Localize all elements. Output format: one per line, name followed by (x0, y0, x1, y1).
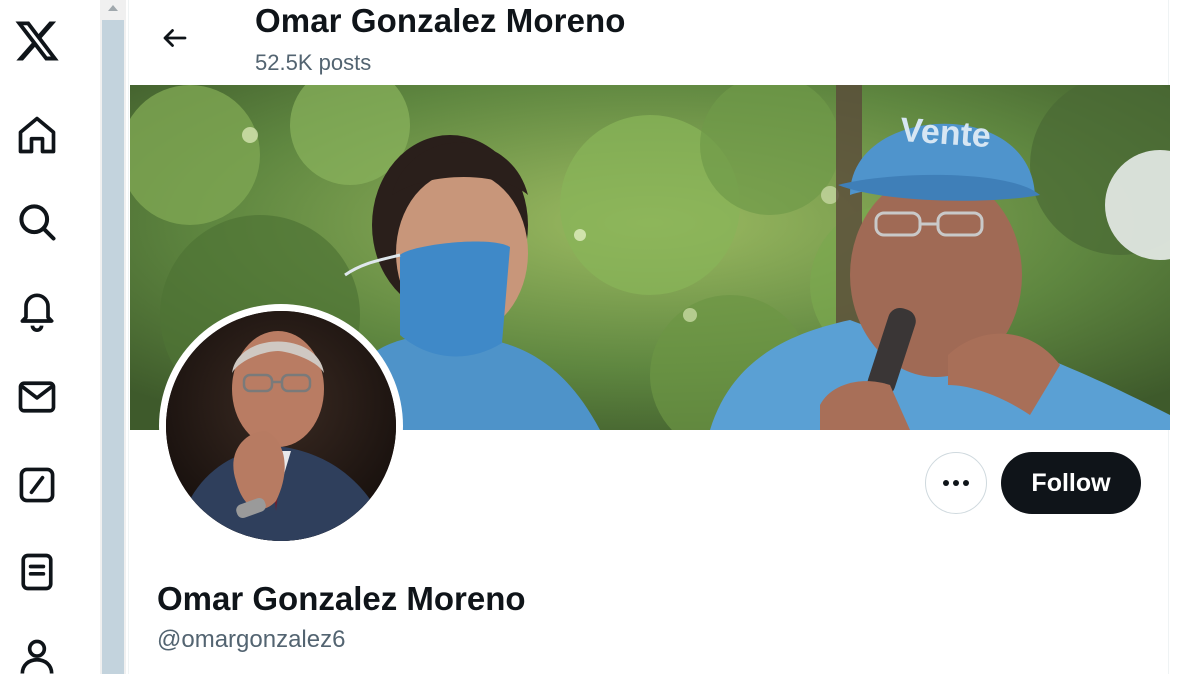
left-nav (0, 0, 100, 674)
search-icon (19, 204, 56, 241)
scroll-up-arrow[interactable] (100, 0, 126, 16)
nav-messages[interactable] (8, 368, 66, 426)
nav-explore[interactable] (8, 193, 66, 251)
profile-name: Omar Gonzalez Moreno (157, 580, 526, 617)
scroll-thumb[interactable] (102, 20, 124, 674)
x-logo-icon (15, 21, 59, 61)
banner-cap-text: Vente (899, 111, 992, 155)
lists-icon (21, 553, 53, 591)
back-button[interactable] (151, 14, 199, 62)
home-icon (18, 116, 56, 154)
avatar-ring (159, 304, 403, 548)
scroll-up-icon (108, 5, 118, 11)
mail-icon (18, 381, 56, 413)
more-button[interactable] (925, 452, 987, 514)
grok-icon (19, 467, 55, 503)
profile-column: Omar Gonzalez Moreno 52.5K posts Vente F… (128, 0, 1170, 674)
profile-handle: @omargonzalez6 (157, 626, 346, 653)
bell-icon (20, 293, 54, 332)
profile-icon (20, 639, 54, 674)
posts-count: 52.5K posts (255, 50, 372, 75)
nav-home[interactable] (8, 106, 66, 164)
avatar-image (166, 311, 396, 541)
avatar[interactable] (166, 311, 396, 541)
follow-button[interactable]: Follow (1001, 452, 1141, 514)
more-icon (943, 480, 969, 486)
vertical-scrollbar[interactable] (100, 0, 126, 674)
nav-profile[interactable] (8, 628, 66, 674)
profile-header: Omar Gonzalez Moreno 52.5K posts (129, 0, 1169, 84)
nav-grok[interactable] (8, 456, 66, 514)
x-logo-link[interactable] (8, 12, 66, 70)
nav-notifications[interactable] (8, 281, 66, 339)
nav-lists[interactable] (8, 543, 66, 601)
header-title: Omar Gonzalez Moreno (255, 2, 626, 39)
arrow-left-icon (163, 29, 187, 47)
